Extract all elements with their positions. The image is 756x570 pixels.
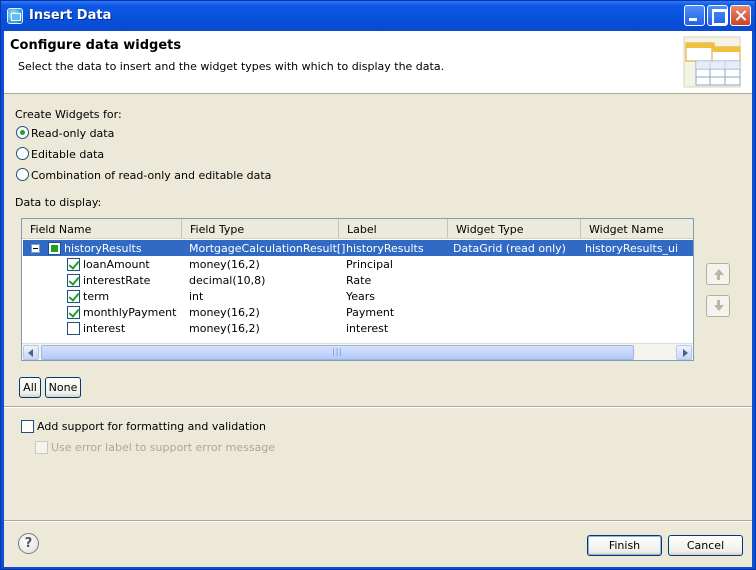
- field-type-cell: MortgageCalculationResult[]: [189, 242, 346, 255]
- field-name-cell: interestRate: [83, 274, 151, 287]
- table-row[interactable]: term int Years: [23, 288, 693, 304]
- row-checkbox[interactable]: [48, 242, 61, 255]
- label-cell[interactable]: Payment: [346, 306, 394, 319]
- field-name-cell: interest: [83, 322, 126, 335]
- horizontal-scrollbar[interactable]: [22, 343, 693, 360]
- field-name-cell: historyResults: [64, 242, 142, 255]
- separator: [4, 406, 752, 408]
- table-row[interactable]: loanAmount money(16,2) Principal: [23, 256, 693, 272]
- row-checkbox[interactable]: [67, 258, 80, 271]
- radio-editable-label[interactable]: Editable data: [31, 148, 104, 161]
- dialog-body: Configure data widgets Select the data t…: [4, 31, 752, 567]
- table-row[interactable]: interestRate decimal(10,8) Rate: [23, 272, 693, 288]
- label-cell[interactable]: Rate: [346, 274, 371, 287]
- minimize-button[interactable]: [684, 5, 705, 26]
- finish-button[interactable]: Finish: [587, 535, 662, 556]
- column-field-name[interactable]: Field Name: [22, 219, 182, 238]
- error-label-label: Use error label to support error message: [51, 441, 276, 454]
- radio-read-only-label[interactable]: Read-only data: [31, 127, 114, 140]
- radio-editable[interactable]: [16, 147, 29, 160]
- move-down-button[interactable]: [706, 295, 730, 317]
- table-row[interactable]: historyResults MortgageCalculationResult…: [23, 240, 693, 256]
- select-all-button[interactable]: All: [19, 377, 41, 398]
- column-label[interactable]: Label: [339, 219, 448, 238]
- radio-read-only[interactable]: [16, 126, 29, 139]
- create-widgets-label: Create Widgets for:: [15, 108, 122, 121]
- widget-type-cell[interactable]: DataGrid (read only): [453, 242, 566, 255]
- column-widget-name[interactable]: Widget Name: [581, 219, 693, 238]
- table-row[interactable]: monthlyPayment money(16,2) Payment: [23, 304, 693, 320]
- column-widget-type[interactable]: Widget Type: [448, 219, 581, 238]
- field-type-cell: int: [189, 290, 204, 303]
- banner-description: Select the data to insert and the widget…: [18, 60, 445, 73]
- banner-title: Configure data widgets: [10, 38, 182, 53]
- maximize-button[interactable]: [707, 5, 728, 26]
- radio-combination[interactable]: [16, 168, 29, 181]
- cancel-button[interactable]: Cancel: [668, 535, 743, 556]
- row-checkbox[interactable]: [67, 306, 80, 319]
- label-cell[interactable]: Principal: [346, 258, 393, 271]
- field-name-cell: loanAmount: [83, 258, 150, 271]
- widget-name-cell[interactable]: historyResults_ui: [585, 242, 678, 255]
- title-bar[interactable]: Insert Data: [1, 1, 755, 31]
- error-label-checkbox: [35, 441, 48, 454]
- table-header: Field Name Field Type Label Widget Type …: [22, 219, 693, 239]
- scroll-right-icon[interactable]: [676, 345, 692, 360]
- row-checkbox[interactable]: [67, 322, 80, 335]
- field-type-cell: decimal(10,8): [189, 274, 266, 287]
- formatting-validation-checkbox[interactable]: [21, 420, 34, 433]
- formatting-validation-label[interactable]: Add support for formatting and validatio…: [37, 420, 266, 433]
- window-title: Insert Data: [29, 8, 112, 23]
- label-cell[interactable]: historyResults: [346, 242, 424, 255]
- app-icon: [7, 8, 23, 24]
- row-checkbox[interactable]: [67, 274, 80, 287]
- field-type-cell: money(16,2): [189, 322, 260, 335]
- field-type-cell: money(16,2): [189, 306, 260, 319]
- table-row[interactable]: interest money(16,2) interest: [23, 320, 693, 336]
- data-widgets-icon: [683, 36, 741, 88]
- select-none-button[interactable]: None: [45, 377, 81, 398]
- collapse-icon[interactable]: [31, 244, 40, 253]
- move-up-button[interactable]: [706, 263, 730, 285]
- header-banner: Configure data widgets Select the data t…: [4, 31, 752, 94]
- label-cell[interactable]: Years: [346, 290, 375, 303]
- field-name-cell: monthlyPayment: [83, 306, 177, 319]
- insert-data-dialog: Insert Data Configure data widgets Selec…: [0, 0, 756, 570]
- scroll-thumb[interactable]: [41, 345, 634, 360]
- data-to-display-label: Data to display:: [15, 196, 102, 209]
- label-cell[interactable]: interest: [346, 322, 388, 335]
- data-table[interactable]: Field Name Field Type Label Widget Type …: [21, 218, 694, 361]
- footer-separator: [4, 520, 752, 522]
- column-field-type[interactable]: Field Type: [182, 219, 339, 238]
- close-button[interactable]: [730, 5, 751, 26]
- row-checkbox[interactable]: [67, 290, 80, 303]
- field-name-cell: term: [83, 290, 110, 303]
- field-type-cell: money(16,2): [189, 258, 260, 271]
- scroll-left-icon[interactable]: [23, 345, 39, 360]
- help-icon[interactable]: ?: [18, 533, 39, 554]
- radio-combination-label[interactable]: Combination of read-only and editable da…: [31, 169, 271, 182]
